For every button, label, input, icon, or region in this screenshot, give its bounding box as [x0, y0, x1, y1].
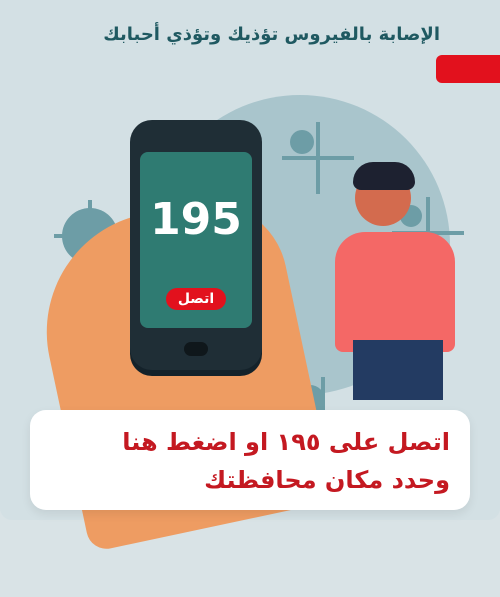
person-hair [353, 162, 415, 190]
phone: 195 اتصل [130, 120, 262, 370]
call-to-action-banner[interactable]: اتصل على ١٩٥ او اضغط هنا وحدد مكان محافظ… [30, 410, 470, 510]
virus-icon [282, 122, 354, 194]
person-illustration [335, 162, 465, 400]
phone-home-button [184, 342, 208, 356]
headline: الإصابة بالفيروس تؤذيك وتؤذي أحبابك [103, 24, 440, 45]
poster: الإصابة بالفيروس تؤذيك وتؤذي أحبابك 195 … [0, 0, 500, 597]
banner-line-2: وحدد مكان محافظتك [204, 466, 450, 494]
person-shirt [335, 232, 455, 352]
red-accent-tab [436, 55, 500, 83]
person-pants [353, 340, 443, 400]
phone-screen: 195 اتصل [140, 152, 252, 328]
call-button[interactable]: اتصل [166, 288, 226, 310]
banner-line-1: اتصل على ١٩٥ او اضغط هنا [122, 428, 450, 456]
emergency-number: 195 [150, 194, 242, 245]
